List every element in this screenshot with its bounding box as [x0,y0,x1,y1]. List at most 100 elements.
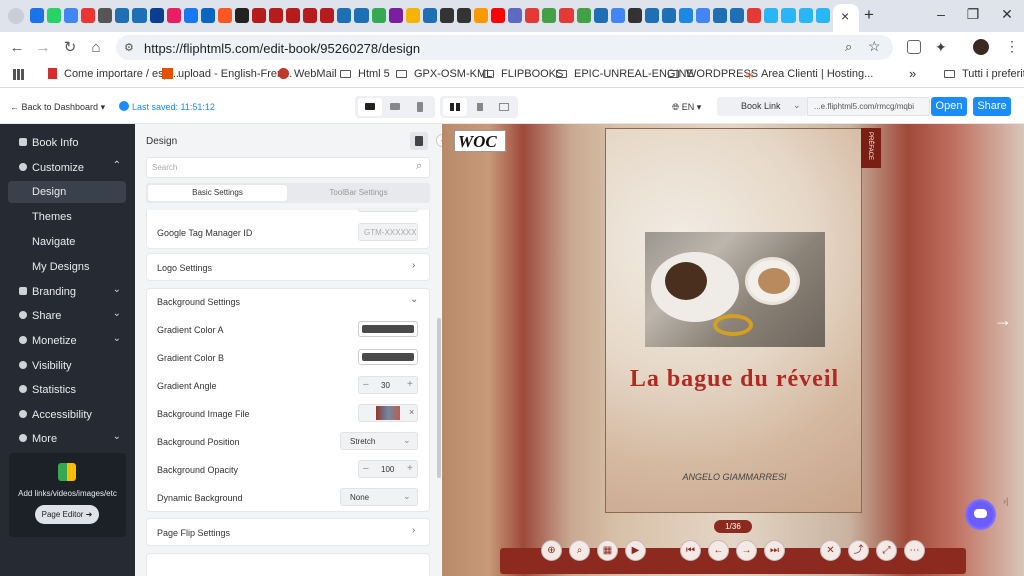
remove-image-icon[interactable]: × [409,407,414,417]
minimize-button[interactable]: – [926,6,956,22]
sidebar-item-branding[interactable]: Branding ⌄ [0,281,135,303]
minus-icon[interactable]: – [363,463,369,474]
dynamic-bg-select[interactable]: None ⌄ [340,488,418,506]
sidebar-item-monetize[interactable]: Monetize ⌄ [0,330,135,352]
zoom-icon[interactable]: ⌕ [845,39,852,55]
back-icon[interactable]: ← [7,38,27,58]
fullscreen-layout-button[interactable] [492,98,516,116]
gtm-input[interactable]: GTM-XXXXXX [358,223,418,241]
sidebar-item-design[interactable]: Design [8,181,126,203]
sidebar-item-navigate[interactable]: Navigate [0,231,135,253]
apps-icon[interactable] [13,69,24,80]
tab-basic-settings[interactable]: Basic Settings [148,185,287,201]
bookmarks-more-button[interactable]: » [909,66,916,81]
gradient-b-picker[interactable] [358,349,418,365]
bookmark-3[interactable]: WebMail [278,68,337,80]
bookmark-2[interactable]: upload - English-Fren... [162,68,292,80]
single-page-button[interactable] [468,98,492,116]
share-icon [19,311,27,319]
promo-text: Add links/videos/images/etc [18,489,117,498]
page-editor-button[interactable]: Page Editor ➜ [35,505,99,524]
last-page-icon[interactable]: ⏭ [764,540,785,561]
site-info-icon[interactable]: ⚙ [124,41,134,54]
bookmark-folder-all[interactable]: Tutti i preferiti [944,68,1024,80]
desktop-view-button[interactable] [358,98,382,116]
collapse-right-icon[interactable]: ›| [1003,496,1008,506]
previous-page-icon[interactable]: ← [708,540,729,561]
bookmark-area-clienti[interactable]: ✳ Area Clienti | Hosting... [745,68,873,82]
sidebar-item-visibility[interactable]: Visibility [0,355,135,377]
fullscreen-icon[interactable]: ⤢ [876,540,897,561]
extensions-icon[interactable]: ✦ [935,39,947,56]
browser-menu-icon[interactable]: ⋮ [1005,38,1019,55]
open-button[interactable]: Open [931,97,967,116]
assistant-bot-button[interactable] [965,499,996,530]
sidebar-item-statistics[interactable]: Statistics [0,379,135,401]
sidebar-item-my-designs[interactable]: My Designs [0,256,135,278]
first-page-icon[interactable]: ⏮ [680,540,701,561]
tab-search-icon[interactable] [8,8,24,24]
bookmark-folder-html5[interactable]: Html 5 [340,68,390,80]
tablet-view-button[interactable] [383,98,407,116]
tab-toolbar-settings[interactable]: ToolBar Settings [289,185,428,201]
chevron-down-icon: ⌄ [403,435,411,445]
next-page-icon[interactable]: → [736,540,757,561]
sidebar-item-more[interactable]: More ⌄ [0,428,135,450]
minus-icon[interactable]: – [363,379,369,390]
more-options-icon[interactable]: ⋯ [904,540,925,561]
sidebar-item-accessibility[interactable]: Accessibility [0,404,135,426]
double-page-button[interactable] [443,98,467,116]
save-design-icon[interactable] [410,132,428,150]
home-icon[interactable]: ⌂ [86,38,106,58]
bookmark-star-icon[interactable]: ☆ [868,38,881,55]
thumbnails-icon[interactable]: ▦ [597,540,618,561]
gradient-a-picker[interactable] [358,321,418,337]
profile-avatar[interactable] [973,39,989,55]
device-switcher [355,96,435,118]
monetize-icon [19,336,27,344]
sidebar-item-book-info[interactable]: Book Info [0,132,135,154]
logo-settings-label: Logo Settings [157,263,213,273]
zoom-in-icon[interactable]: ⊕ [541,540,562,561]
search-icon[interactable]: ⌕ [569,540,590,561]
mobile-view-button[interactable] [408,98,432,116]
bookmark-folder-flipbooks[interactable]: FLIPBOOKS [483,68,563,80]
back-to-dashboard-button[interactable]: ← Back to Dashboard ▾ [10,102,105,113]
share-icon[interactable]: ⤴ [848,540,869,561]
plus-icon[interactable]: + [407,379,413,390]
bg-image-thumbnail[interactable]: × [358,404,418,422]
reload-icon[interactable]: ↻ [60,38,80,58]
forward-icon[interactable]: → [33,38,53,58]
book-link-dropdown[interactable]: Book Link ⌄ [717,97,807,116]
bg-opacity-stepper[interactable]: – 100 + [358,460,418,478]
gtm-top-field[interactable] [358,207,418,212]
gradient-angle-stepper[interactable]: – 30 + [358,376,418,394]
plus-icon[interactable]: + [407,463,413,474]
panel-scrollbar[interactable] [437,318,441,478]
maximize-button[interactable]: ❐ [958,6,988,23]
background-settings-label[interactable]: Background Settings [157,297,240,307]
sidebar-item-themes[interactable]: Themes [0,206,135,228]
next-page-arrow-icon[interactable]: → [994,310,1012,331]
tab-close-icon[interactable]: × [841,8,849,24]
active-tab[interactable]: × [833,4,859,32]
bookmark-folder-gpx[interactable]: GPX-OSM-KML [396,68,492,80]
media-grid-icon [58,463,76,481]
new-tab-button[interactable]: + [864,5,874,25]
url-text[interactable]: https://fliphtml5.com/edit-book/95260278… [144,41,420,56]
sidebar-item-share[interactable]: Share ⌄ [0,305,135,327]
bookmark-1[interactable]: Come importare / esp... [48,68,179,80]
search-input[interactable]: Search ⌕ [146,157,430,178]
pinned-tabs[interactable] [30,8,830,24]
extension-icon-1[interactable] [907,40,921,54]
bg-position-select[interactable]: Stretch ⌄ [340,432,418,450]
share-button[interactable]: Share [973,97,1011,116]
preface-bookmark-tab[interactable]: PRÉFACE [861,128,881,168]
book-link-field[interactable]: ...e.fliphtml5.com/rmcg/mqbi [807,97,930,116]
mute-icon[interactable]: ✕ [820,540,841,561]
chevron-down-icon[interactable]: ⌄ [410,294,418,305]
autoplay-icon[interactable]: ▶ [625,540,646,561]
close-window-button[interactable]: ✕ [992,6,1022,23]
sidebar-item-customize[interactable]: Customize ⌃ [0,157,135,179]
language-selector[interactable]: 🌐︎ EN ▾ [672,102,701,113]
